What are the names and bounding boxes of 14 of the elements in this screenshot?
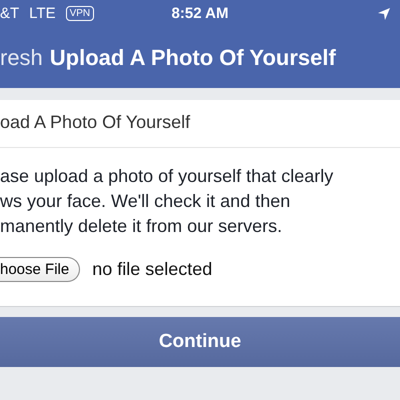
clock-time: 8:52 AM xyxy=(172,5,228,22)
card-heading: oad A Photo Of Yourself xyxy=(0,100,400,148)
back-link[interactable]: resh xyxy=(0,44,43,70)
page-title: Upload A Photo Of Yourself xyxy=(50,44,336,70)
instruction-text: ase upload a photo of yourself that clearly xyxy=(0,165,334,188)
continue-button[interactable]: Continue xyxy=(0,317,400,367)
file-status-text: no file selected xyxy=(92,259,212,280)
instruction-text: manently delete it from our servers. xyxy=(0,215,284,238)
choose-file-button[interactable]: hoose File xyxy=(0,257,80,282)
instruction-text: ws your face. We'll check it and then xyxy=(0,190,292,213)
network-label: LTE xyxy=(29,5,56,22)
carrier-label: &T xyxy=(0,5,20,22)
location-arrow-icon xyxy=(378,8,390,20)
vpn-badge: VPN xyxy=(66,6,94,21)
